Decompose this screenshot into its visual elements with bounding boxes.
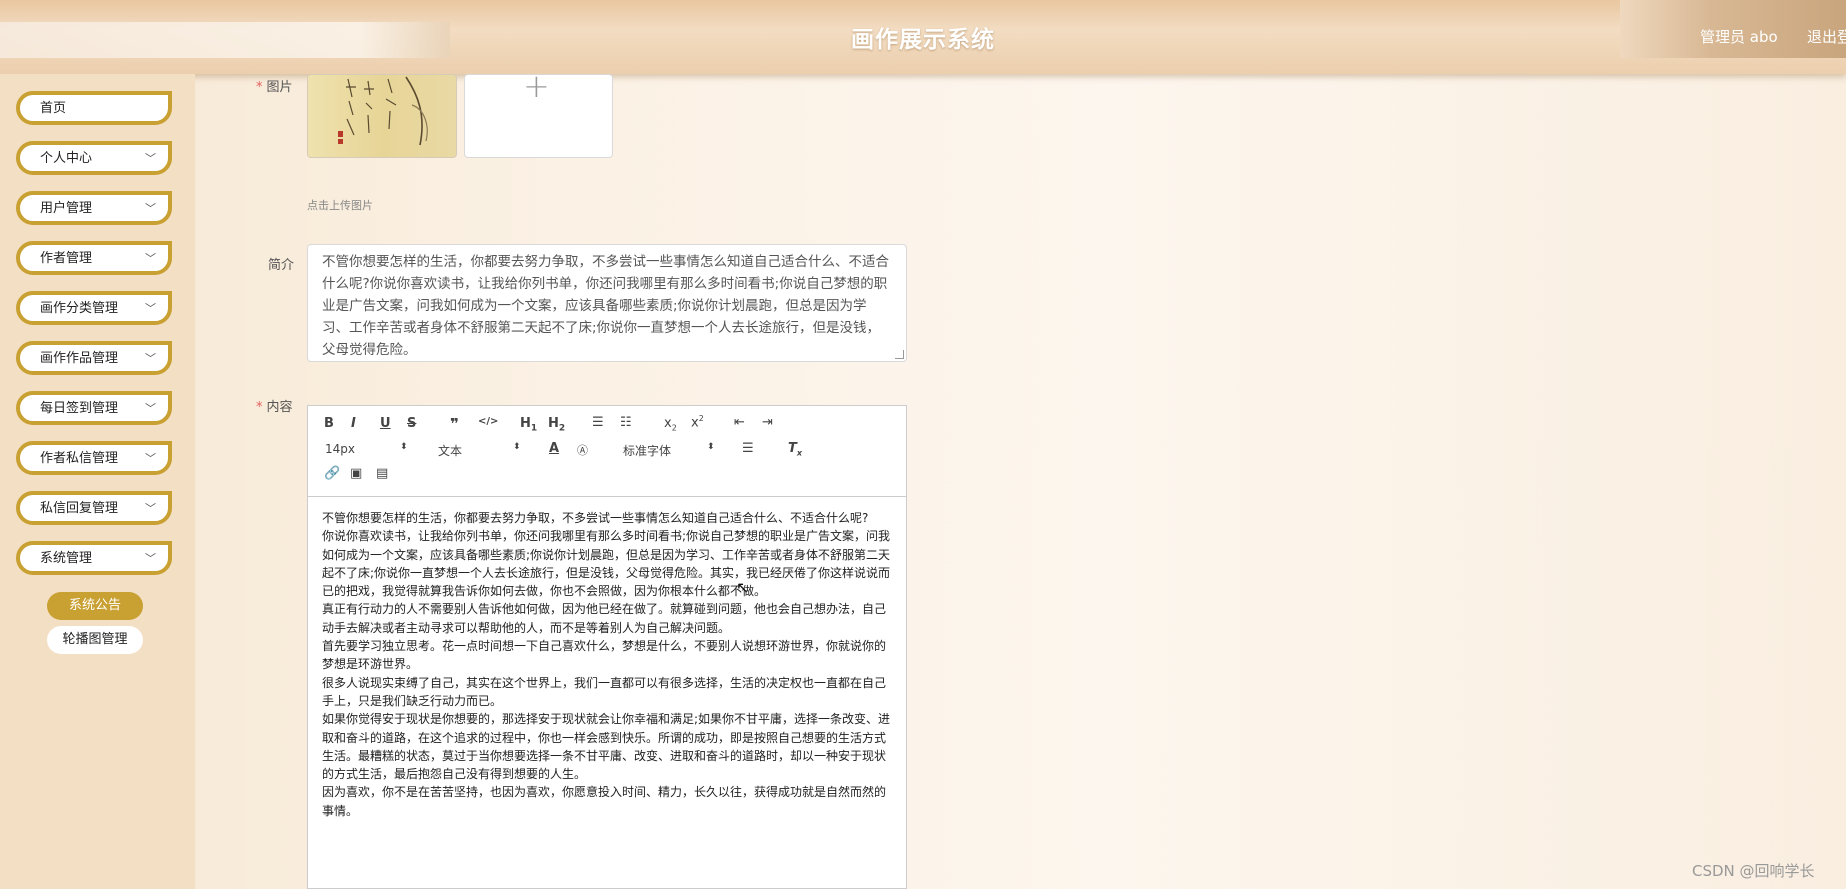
outdent-icon[interactable]: ⇤ (734, 415, 745, 430)
sidebar-item-label: 系统管理 (40, 551, 93, 566)
sidebar-item-artwork-management[interactable]: 画作作品管理 ﹀ (16, 341, 172, 375)
image-field-label: * 图片 (256, 76, 293, 95)
sidebar-item-user-management[interactable]: 用户管理 ﹀ (16, 191, 172, 225)
content-paragraph: 很多人说现实束缚了自己，其实在这个世界上，我们一直都可以有很多选择，生活的决定权… (322, 675, 887, 708)
strike-button[interactable]: S (407, 416, 416, 431)
image-upload-button[interactable]: + (464, 67, 613, 158)
chevron-down-icon: ﹀ (145, 352, 156, 365)
chevron-down-icon: ﹀ (145, 452, 156, 465)
video-icon[interactable]: ▤ (376, 466, 388, 481)
indent-icon[interactable]: ⇥ (762, 415, 773, 430)
required-asterisk: * (256, 80, 263, 95)
chevron-down-icon: ﹀ (145, 502, 156, 515)
sidebar-item-label: 每日签到管理 (40, 401, 119, 416)
sidebar-item-label: 作者管理 (40, 251, 93, 266)
align-icon[interactable]: ☰ (742, 441, 754, 456)
sidebar-subitem-carousel[interactable]: 轮播图管理 (47, 626, 143, 654)
editor-toolbar: B I U S ❞ </> H1 H2 ☰ ☷ x2 x2 ⇤ ⇥ 14px ⬍ … (308, 406, 906, 497)
intro-text: 不管你想要怎样的生活，你都要去努力争取，不多尝试一些事情怎么知道自己适合什么、不… (322, 254, 889, 358)
sidebar-item-checkin-management[interactable]: 每日签到管理 ﹀ (16, 391, 172, 425)
mouse-cursor-icon: ↖ (736, 578, 750, 597)
chevron-down-icon: ﹀ (145, 402, 156, 415)
font-family-select[interactable]: 标准字体 ⬍ (623, 442, 715, 459)
text-style-select[interactable]: 文本 ⬍ (438, 442, 521, 459)
sidebar-item-label: 画作分类管理 (40, 301, 119, 316)
sidebar-item-label: 作者私信管理 (40, 451, 119, 466)
sidebar-item-reply-management[interactable]: 私信回复管理 ﹀ (16, 491, 172, 525)
font-color-icon[interactable]: A (549, 441, 559, 456)
italic-button[interactable]: I (351, 416, 356, 431)
ordered-list-icon[interactable]: ☰ (592, 415, 604, 430)
subscript-button[interactable]: x2 (664, 416, 677, 433)
content-paragraph: 首先要学习独立思考。花一点时间想一下自己喜欢什么，梦想是什么，不要别人说想环游世… (322, 639, 887, 672)
sidebar-item-label: 首页 (40, 101, 67, 116)
content-paragraph: 不管你想要怎样的生活，你都要去努力争取，不多尝试一些事情怎么知道自己适合什么、不… (322, 511, 869, 525)
sidebar-item-label: 私信回复管理 (40, 501, 119, 516)
chevron-down-icon: ﹀ (145, 152, 156, 165)
content-paragraph: 因为喜欢，你不是在苦苦坚持，也因为喜欢，你愿意投入时间、精力，长久以往，获得成功… (322, 785, 887, 818)
font-size-select[interactable]: 14px ⬍ (325, 442, 408, 456)
sidebar-item-home[interactable]: 首页 (16, 91, 172, 125)
clear-format-icon[interactable]: Tx (788, 441, 802, 458)
text-style-value: 文本 (438, 444, 463, 458)
sidebar-item-author-message-management[interactable]: 作者私信管理 ﹀ (16, 441, 172, 475)
underline-button[interactable]: U (380, 416, 391, 431)
uploaded-image-thumbnail[interactable] (307, 74, 457, 158)
logout-link[interactable]: 退出登 (1807, 26, 1846, 47)
image-icon[interactable]: ▣ (350, 466, 362, 481)
background-color-icon[interactable]: Ⓐ (577, 442, 588, 458)
chevron-down-icon: ﹀ (145, 202, 156, 215)
sidebar-item-label: 画作作品管理 (40, 351, 119, 366)
content-paragraph: 你说你喜欢读书，让我给你列书单，你还问我哪里有那么多时间看书;你说自己梦想的职业… (322, 529, 891, 599)
sidebar-item-label: 个人中心 (40, 151, 93, 166)
sidebar-item-author-management[interactable]: 作者管理 ﹀ (16, 241, 172, 275)
content-paragraph: 真正有行动力的人不需要别人告诉他如何做，因为他已经在做了。就算碰到问题，他也会自… (322, 602, 887, 635)
top-header: 画作展示系统 管理员 abo 退出登 (0, 0, 1846, 74)
sidebar-subitem-announcement[interactable]: 系统公告 (47, 592, 143, 620)
image-label-text: 图片 (266, 80, 293, 95)
rich-text-editor: B I U S ❞ </> H1 H2 ☰ ☷ x2 x2 ⇤ ⇥ 14px ⬍ … (307, 405, 907, 889)
updown-arrow-icon: ⬍ (400, 442, 408, 452)
h1-button[interactable]: H1 (520, 416, 537, 434)
updown-arrow-icon: ⬍ (513, 442, 521, 452)
superscript-button[interactable]: x2 (691, 414, 704, 430)
resize-handle-icon[interactable] (895, 350, 904, 359)
chevron-down-icon: ﹀ (145, 302, 156, 315)
chevron-down-icon: ﹀ (145, 552, 156, 565)
intro-textarea[interactable]: 不管你想要怎样的生活，你都要去努力争取，不多尝试一些事情怎么知道自己适合什么、不… (307, 244, 907, 362)
font-size-value: 14px (325, 442, 355, 456)
watermark: CSDN @回响学长 (1692, 862, 1815, 880)
plus-icon: + (523, 67, 550, 105)
required-asterisk: * (256, 400, 263, 415)
bullet-list-icon[interactable]: ☷ (620, 415, 632, 430)
sidebar-item-label: 用户管理 (40, 201, 93, 216)
content-field-label: * 内容 (256, 396, 293, 415)
app-title: 画作展示系统 (851, 27, 995, 53)
link-icon[interactable]: 🔗 (324, 466, 340, 481)
intro-field-label: 简介 (268, 258, 295, 273)
sidebar-item-personal-center[interactable]: 个人中心 ﹀ (16, 141, 172, 175)
blockquote-button[interactable]: ❞ (450, 415, 459, 433)
editor-content[interactable]: 不管你想要怎样的生活，你都要去努力争取，不多尝试一些事情怎么知道自己适合什么、不… (308, 497, 906, 832)
content-paragraph: 如果你觉得安于现状是你想要的，那选择安于现状就会让你幸福和满足;如果你不甘平庸，… (322, 712, 891, 782)
sidebar-item-system-management[interactable]: 系统管理 ﹀ (16, 541, 172, 575)
current-user: 管理员 abo (1700, 28, 1778, 46)
updown-arrow-icon: ⬍ (707, 442, 715, 452)
chevron-down-icon: ﹀ (145, 252, 156, 265)
content-label-text: 内容 (266, 400, 293, 415)
code-block-button[interactable]: </> (478, 416, 498, 427)
font-family-value: 标准字体 (623, 444, 672, 458)
bold-button[interactable]: B (324, 416, 334, 431)
sidebar-item-category-management[interactable]: 画作分类管理 ﹀ (16, 291, 172, 325)
calligraphy-painting-image (338, 76, 428, 146)
h2-button[interactable]: H2 (548, 416, 565, 434)
upload-tip: 点击上传图片 (307, 199, 373, 212)
